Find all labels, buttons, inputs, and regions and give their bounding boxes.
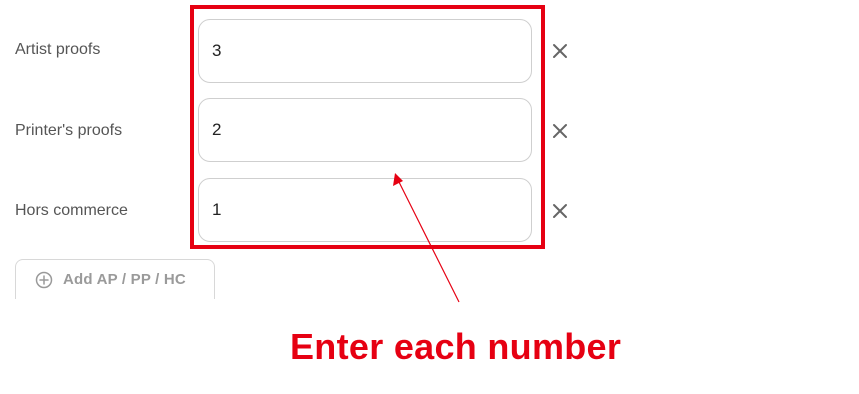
artist-proofs-label: Artist proofs — [15, 41, 101, 58]
add-ap-pp-hc-button[interactable]: Add AP / PP / HC — [15, 259, 215, 299]
artist-proofs-input[interactable]: 3 — [198, 19, 532, 83]
printers-proofs-value: 2 — [212, 120, 222, 139]
close-icon — [553, 124, 567, 138]
hors-commerce-value: 1 — [212, 200, 222, 219]
add-button-label: Add AP / PP / HC — [63, 271, 186, 288]
printers-proofs-label: Printer's proofs — [15, 122, 123, 139]
artist-proofs-value: 3 — [212, 41, 222, 60]
remove-printers-proofs-button[interactable] — [549, 120, 571, 142]
remove-hors-commerce-button[interactable] — [549, 200, 571, 222]
annotation-text: Enter each number — [290, 326, 622, 367]
printers-proofs-input[interactable]: 2 — [198, 98, 532, 162]
close-icon — [553, 44, 567, 58]
hors-commerce-label: Hors commerce — [15, 202, 128, 219]
hors-commerce-input[interactable]: 1 — [198, 178, 532, 242]
plus-circle-icon — [35, 271, 53, 288]
close-icon — [553, 204, 567, 218]
remove-artist-proofs-button[interactable] — [549, 40, 571, 62]
